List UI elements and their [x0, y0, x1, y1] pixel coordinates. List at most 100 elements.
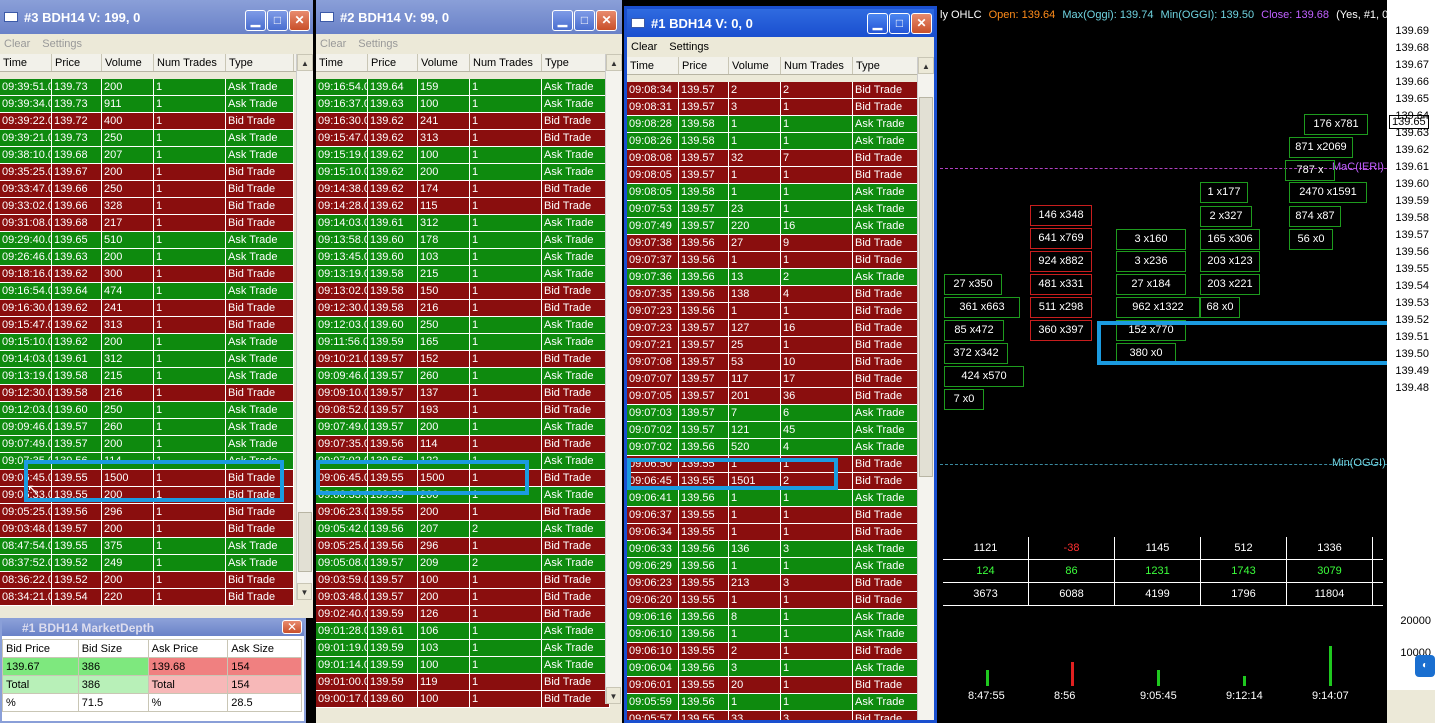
table-row[interactable]: 09:06:45 139.55 1501 2 Bid Trade: [627, 473, 921, 490]
table-row[interactable]: 09:16:54.0 139.64 159 1 Ask Trade: [316, 79, 610, 96]
column-header[interactable]: Price: [679, 57, 729, 74]
column-header[interactable]: Num Trades: [154, 54, 226, 71]
scroll-icon[interactable]: ◐: [1415, 655, 1435, 677]
scroll-down-icon[interactable]: ▼: [606, 687, 621, 704]
table-row[interactable]: 09:07:49 139.57 220 16 Ask Trade: [627, 218, 921, 235]
table-row[interactable]: 09:07:02.0 139.56 122 1 Ask Trade: [316, 453, 610, 470]
clear-menu[interactable]: Clear: [320, 38, 346, 50]
table-row[interactable]: 09:08:05 139.57 1 1 Bid Trade: [627, 167, 921, 184]
table-row[interactable]: 09:26:46.0 139.63 200 1 Ask Trade: [0, 249, 294, 266]
table-row[interactable]: 08:36:22.0 139.52 200 1 Bid Trade: [0, 572, 294, 589]
table-row[interactable]: 09:07:23 139.56 1 1 Bid Trade: [627, 303, 921, 320]
table-row[interactable]: 09:07:21 139.57 25 1 Bid Trade: [627, 337, 921, 354]
table-row[interactable]: 09:08:08 139.57 32 7 Bid Trade: [627, 150, 921, 167]
title-bar[interactable]: #2 BDH14 V: 99, 0 ▁ □ ✕: [316, 0, 622, 34]
table-row[interactable]: 09:06:23.0 139.55 200 1 Bid Trade: [316, 504, 610, 521]
table-row[interactable]: 09:06:45.0 139.55 1500 1 Bid Trade: [0, 470, 294, 487]
table-row[interactable]: 09:06:10 139.55 2 1 Bid Trade: [627, 643, 921, 660]
minimize-button[interactable]: ▁: [245, 10, 266, 31]
settings-menu[interactable]: Settings: [358, 38, 398, 50]
table-row[interactable]: 09:03:59.0 139.57 100 1 Bid Trade: [316, 572, 610, 589]
clear-menu[interactable]: Clear: [4, 38, 30, 50]
table-row[interactable]: 09:05:25.0 139.56 296 1 Bid Trade: [0, 504, 294, 521]
table-row[interactable]: 09:01:00.0 139.59 119 1 Bid Trade: [316, 674, 610, 691]
column-header[interactable]: Volume: [729, 57, 781, 74]
scroll-up-icon[interactable]: ▲: [606, 54, 622, 71]
table-row[interactable]: 09:09:46.0 139.57 260 1 Ask Trade: [316, 368, 610, 385]
table-row[interactable]: 09:06:04 139.56 3 1 Ask Trade: [627, 660, 921, 677]
scrollbar[interactable]: ▲ ▼: [605, 54, 622, 704]
table-row[interactable]: 09:06:50 139.55 1 1 Bid Trade: [627, 456, 921, 473]
column-header[interactable]: Num Trades: [470, 54, 542, 71]
table-row[interactable]: 09:08:28 139.58 1 1 Ask Trade: [627, 116, 921, 133]
table-row[interactable]: 09:05:57 139.55 33 3 Bid Trade: [627, 711, 921, 720]
table-row[interactable]: 09:07:05 139.57 201 36 Bid Trade: [627, 388, 921, 405]
maximize-button[interactable]: □: [574, 10, 595, 31]
table-row[interactable]: 09:39:51.0 139.73 200 1 Ask Trade: [0, 79, 294, 96]
table-row[interactable]: 09:38:10.0 139.68 207 1 Ask Trade: [0, 147, 294, 164]
table-row[interactable]: 09:16:30.0 139.62 241 1 Bid Trade: [0, 300, 294, 317]
table-row[interactable]: 09:07:08 139.57 53 10 Bid Trade: [627, 354, 921, 371]
table-row[interactable]: 09:08:34 139.57 2 2 Bid Trade: [627, 82, 921, 99]
table-row[interactable]: 08:34:21.0 139.54 220 1 Bid Trade: [0, 589, 294, 606]
table-row[interactable]: 09:14:03.0 139.61 312 1 Ask Trade: [316, 215, 610, 232]
table-row[interactable]: 09:15:10.0 139.62 200 1 Ask Trade: [316, 164, 610, 181]
table-row[interactable]: 09:07:37 139.56 1 1 Bid Trade: [627, 252, 921, 269]
table-row[interactable]: 09:06:01 139.55 20 1 Bid Trade: [627, 677, 921, 694]
table-row[interactable]: 09:05:59 139.56 1 1 Ask Trade: [627, 694, 921, 711]
table-row[interactable]: 09:33:02.0 139.66 328 1 Bid Trade: [0, 198, 294, 215]
table-row[interactable]: 09:07:38 139.56 27 9 Bid Trade: [627, 235, 921, 252]
table-row[interactable]: 09:06:41 139.56 1 1 Ask Trade: [627, 490, 921, 507]
scroll-thumb[interactable]: [298, 512, 312, 572]
column-header[interactable]: Time: [0, 54, 52, 71]
table-row[interactable]: 09:14:38.0 139.62 174 1 Bid Trade: [316, 181, 610, 198]
table-row[interactable]: 09:15:10.0 139.62 200 1 Ask Trade: [0, 334, 294, 351]
scroll-up-icon[interactable]: ▲: [297, 54, 313, 71]
table-row[interactable]: 09:15:47.0 139.62 313 1 Bid Trade: [316, 130, 610, 147]
table-row[interactable]: 09:01:28.0 139.61 106 1 Ask Trade: [316, 623, 610, 640]
clear-menu[interactable]: Clear: [631, 41, 657, 53]
maximize-button[interactable]: □: [889, 13, 910, 34]
table-row[interactable]: 09:14:28.0 139.62 115 1 Bid Trade: [316, 198, 610, 215]
column-header[interactable]: Type: [226, 54, 294, 71]
table-row[interactable]: 09:35:25.0 139.67 200 1 Bid Trade: [0, 164, 294, 181]
table-row[interactable]: 09:12:03.0 139.60 250 1 Ask Trade: [0, 402, 294, 419]
table-row[interactable]: 09:08:31 139.57 3 1 Bid Trade: [627, 99, 921, 116]
table-row[interactable]: 09:07:35 139.56 138 4 Bid Trade: [627, 286, 921, 303]
minimize-button[interactable]: ▁: [552, 10, 573, 31]
settings-menu[interactable]: Settings: [42, 38, 82, 50]
settings-menu[interactable]: Settings: [669, 41, 709, 53]
table-row[interactable]: 09:08:52.0 139.57 193 1 Bid Trade: [316, 402, 610, 419]
table-row[interactable]: 09:06:33 139.56 136 3 Ask Trade: [627, 541, 921, 558]
table-row[interactable]: 09:01:19.0 139.59 103 1 Ask Trade: [316, 640, 610, 657]
scroll-up-icon[interactable]: ▲: [918, 57, 934, 74]
table-row[interactable]: 08:37:52.0 139.52 249 1 Ask Trade: [0, 555, 294, 572]
table-row[interactable]: 09:13:19.0 139.58 215 1 Ask Trade: [0, 368, 294, 385]
table-row[interactable]: 09:07:03 139.57 7 6 Ask Trade: [627, 405, 921, 422]
table-row[interactable]: 09:06:37 139.55 1 1 Bid Trade: [627, 507, 921, 524]
table-row[interactable]: 09:05:08.0 139.57 209 2 Ask Trade: [316, 555, 610, 572]
table-row[interactable]: 09:13:19.0 139.58 215 1 Ask Trade: [316, 266, 610, 283]
table-row[interactable]: 09:14:03.0 139.61 312 1 Ask Trade: [0, 351, 294, 368]
table-row[interactable]: 09:06:20 139.55 1 1 Bid Trade: [627, 592, 921, 609]
table-row[interactable]: 09:03:48.0 139.57 200 1 Bid Trade: [316, 589, 610, 606]
column-header[interactable]: Type: [853, 57, 921, 74]
table-row[interactable]: 09:06:34 139.55 1 1 Bid Trade: [627, 524, 921, 541]
close-button[interactable]: ✕: [282, 620, 302, 634]
table-row[interactable]: 09:11:56.0 139.59 165 1 Ask Trade: [316, 334, 610, 351]
table-row[interactable]: 09:07:36 139.56 13 2 Ask Trade: [627, 269, 921, 286]
table-row[interactable]: 09:12:30.0 139.58 216 1 Bid Trade: [0, 385, 294, 402]
table-row[interactable]: 09:09:46.0 139.57 260 1 Ask Trade: [0, 419, 294, 436]
column-header[interactable]: Time: [316, 54, 368, 71]
table-row[interactable]: 09:07:02 139.57 121 45 Ask Trade: [627, 422, 921, 439]
table-row[interactable]: 09:39:22.0 139.72 400 1 Bid Trade: [0, 113, 294, 130]
table-row[interactable]: 09:16:54.0 139.64 474 1 Ask Trade: [0, 283, 294, 300]
table-row[interactable]: 09:01:14.0 139.59 100 1 Ask Trade: [316, 657, 610, 674]
title-bar[interactable]: #3 BDH14 V: 199, 0 ▁ □ ✕: [0, 0, 313, 34]
table-row[interactable]: 08:47:54.0 139.55 375 1 Ask Trade: [0, 538, 294, 555]
table-row[interactable]: 09:13:02.0 139.58 150 1 Bid Trade: [316, 283, 610, 300]
table-row[interactable]: 09:02:40.0 139.59 126 1 Bid Trade: [316, 606, 610, 623]
table-row[interactable]: 09:06:10 139.56 1 1 Ask Trade: [627, 626, 921, 643]
table-row[interactable]: 09:08:26 139.58 1 1 Ask Trade: [627, 133, 921, 150]
footprint-chart[interactable]: ly OHLC Open: 139.64 Max(Oggi): 139.74 M…: [940, 0, 1435, 723]
